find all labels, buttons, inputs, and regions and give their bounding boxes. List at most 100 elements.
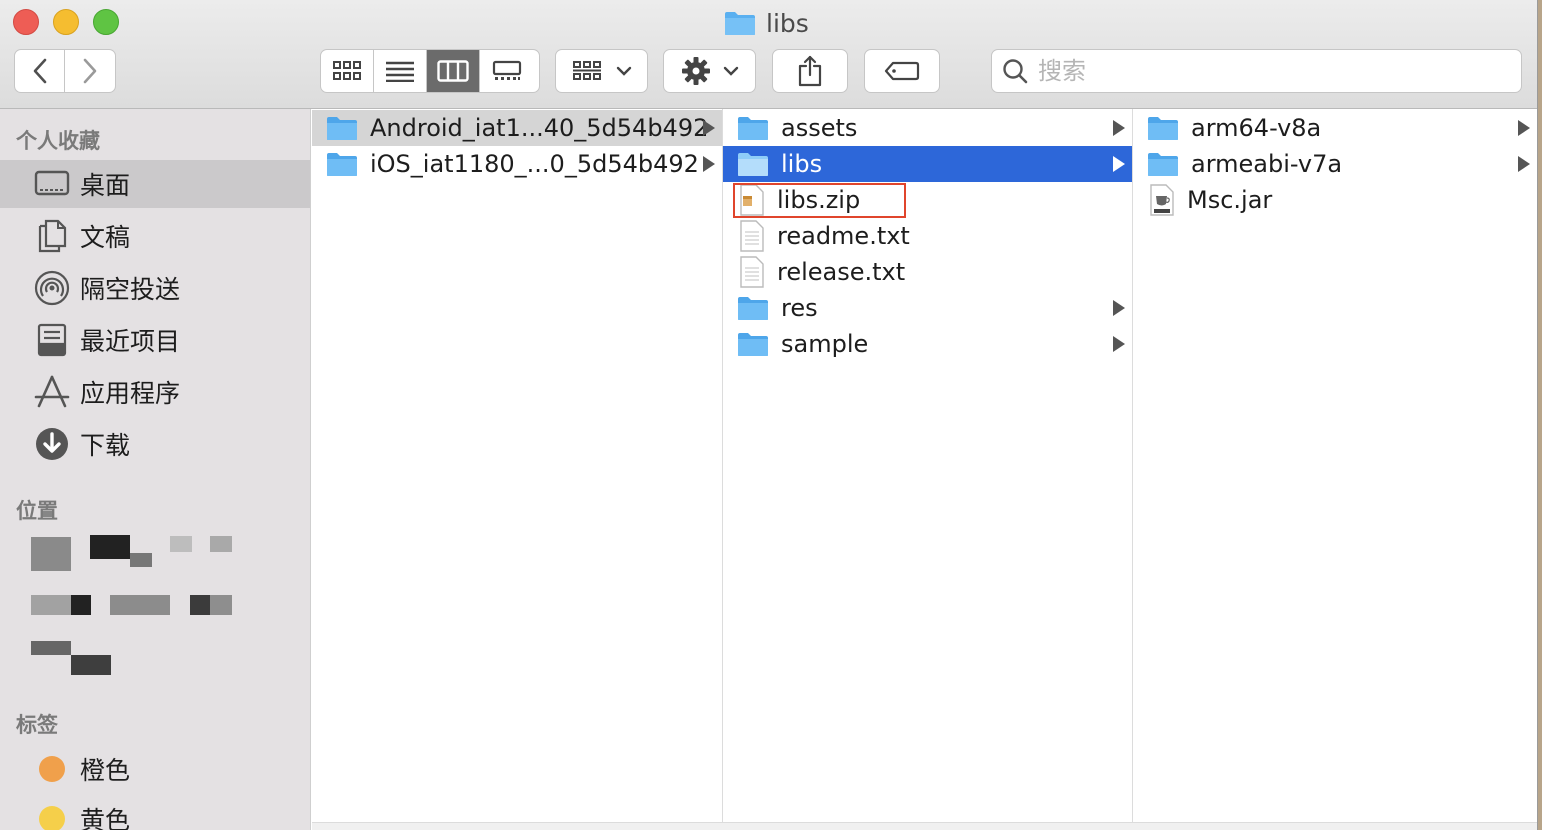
browser-column-3: arm64-v8a armeabi-v7a Msc.jar — [1133, 109, 1537, 822]
sidebar-tag-yellow[interactable]: 黄色 — [0, 795, 310, 830]
folder-icon — [738, 117, 768, 140]
tag-icon — [884, 61, 920, 81]
chevron-right-icon — [83, 58, 97, 84]
sidebar-item-airdrop[interactable]: 隔空投送 — [0, 264, 310, 312]
sidebar-item-desktop[interactable]: 桌面 — [0, 160, 310, 208]
group-by-button[interactable] — [555, 49, 648, 93]
item-name: Android_iat1...40_5d54b492 — [370, 114, 709, 142]
action-menu-button[interactable] — [663, 49, 756, 93]
minimize-window-button[interactable] — [53, 9, 79, 35]
disclosure-arrow-icon — [703, 120, 715, 136]
folder-icon — [327, 153, 357, 176]
item-name: Msc.jar — [1187, 186, 1273, 214]
share-icon — [798, 55, 822, 87]
orange-tag-dot-icon — [34, 751, 70, 787]
item-name: release.txt — [777, 258, 906, 286]
text-file-icon — [740, 256, 764, 288]
chevron-down-icon — [616, 66, 631, 76]
list-item-folder[interactable]: iOS_iat1180_...0_5d54b492 — [312, 146, 722, 182]
item-name: assets — [781, 114, 858, 142]
disclosure-arrow-icon — [1113, 336, 1125, 352]
folder-icon — [738, 297, 768, 320]
documents-icon — [34, 218, 70, 254]
zoom-window-button[interactable] — [93, 9, 119, 35]
sidebar-item-label: 应用程序 — [80, 379, 181, 408]
sidebar: 个人收藏 桌面 文稿 隔空投送 最近项目 应用程序 下载 位置 标签 橙色 黄色 — [0, 109, 311, 830]
sidebar-item-recents[interactable]: 最近项目 — [0, 316, 310, 364]
browser-column-1: Android_iat1...40_5d54b492 iOS_iat1180_.… — [312, 109, 723, 822]
highlight-annotation — [733, 183, 906, 218]
nav-button-group — [14, 49, 116, 93]
sidebar-item-label: 下载 — [80, 431, 131, 460]
downloads-icon — [34, 426, 70, 462]
list-item-file[interactable]: Msc.jar — [1133, 182, 1537, 218]
list-item-folder[interactable]: assets — [723, 110, 1132, 146]
sidebar-tag-orange[interactable]: 橙色 — [0, 745, 310, 793]
finder-window: libs 搜索 个人收藏 桌面 文稿 隔空投送 最近项目 应用程序 下载 位置 … — [0, 0, 1538, 830]
item-name: armeabi-v7a — [1191, 150, 1343, 178]
disclosure-arrow-icon — [703, 156, 715, 172]
disclosure-arrow-icon — [1518, 120, 1530, 136]
recents-icon — [34, 322, 70, 358]
text-file-icon — [740, 220, 764, 252]
window-title: libs — [724, 6, 809, 40]
airdrop-icon — [34, 270, 70, 306]
sidebar-item-applications[interactable]: 应用程序 — [0, 368, 310, 416]
gallery-view-button[interactable] — [480, 50, 533, 92]
edit-tags-button[interactable] — [864, 49, 940, 93]
sidebar-item-downloads[interactable]: 下载 — [0, 420, 310, 468]
item-name: iOS_iat1180_...0_5d54b492 — [370, 150, 699, 178]
share-button[interactable] — [772, 49, 848, 93]
list-view-button[interactable] — [374, 50, 427, 92]
list-item-file[interactable]: readme.txt — [723, 218, 1132, 254]
item-name: arm64-v8a — [1191, 114, 1322, 142]
sidebar-item-label: 最近项目 — [80, 327, 181, 356]
search-input[interactable] — [1036, 56, 1510, 86]
sidebar-item-documents[interactable]: 文稿 — [0, 212, 310, 260]
horizontal-scrollbar[interactable] — [312, 822, 1537, 830]
window-title-text: libs — [766, 8, 809, 38]
sidebar-tag-label: 橙色 — [80, 756, 131, 785]
chevron-down-icon — [723, 66, 738, 76]
disclosure-arrow-icon — [1518, 156, 1530, 172]
columns-icon — [437, 60, 469, 82]
disclosure-arrow-icon — [1113, 300, 1125, 316]
back-button[interactable] — [15, 50, 66, 92]
toolbar: libs — [0, 0, 1537, 109]
group-grid-icon — [572, 61, 601, 80]
search-field[interactable] — [991, 49, 1522, 93]
disclosure-arrow-icon — [1113, 120, 1125, 136]
view-mode-group — [320, 49, 540, 93]
disclosure-arrow-icon — [1113, 156, 1125, 172]
list-item-folder[interactable]: Android_iat1...40_5d54b492 — [312, 110, 722, 146]
folder-icon — [738, 333, 768, 356]
item-name: res — [781, 294, 818, 322]
list-item-folder[interactable]: res — [723, 290, 1132, 326]
list-item-folder[interactable]: armeabi-v7a — [1133, 146, 1537, 182]
gallery-icon — [492, 60, 521, 80]
icon-view-button[interactable] — [321, 50, 374, 92]
favorites-section-title: 个人收藏 — [16, 129, 100, 153]
folder-icon — [327, 117, 357, 140]
folder-icon — [1148, 153, 1178, 176]
applications-icon — [34, 374, 70, 410]
item-name: libs — [781, 150, 823, 178]
locations-section-title: 位置 — [16, 499, 58, 523]
list-item-folder-selected[interactable]: libs — [723, 146, 1132, 182]
folder-icon — [1148, 117, 1178, 140]
gear-icon — [681, 57, 710, 85]
list-item-file[interactable]: release.txt — [723, 254, 1132, 290]
folder-icon — [738, 153, 768, 176]
tags-section-title: 标签 — [16, 713, 58, 737]
sidebar-item-label: 文稿 — [80, 223, 131, 252]
list-item-folder[interactable]: sample — [723, 326, 1132, 362]
column-view-button[interactable] — [427, 50, 480, 92]
forward-button[interactable] — [65, 50, 115, 92]
jar-file-icon — [1150, 184, 1174, 216]
sidebar-item-label: 隔空投送 — [80, 275, 181, 304]
sidebar-item-label: 桌面 — [80, 171, 131, 200]
search-icon — [1003, 59, 1028, 84]
list-item-folder[interactable]: arm64-v8a — [1133, 110, 1537, 146]
chevron-left-icon — [33, 58, 46, 84]
close-window-button[interactable] — [13, 9, 39, 35]
